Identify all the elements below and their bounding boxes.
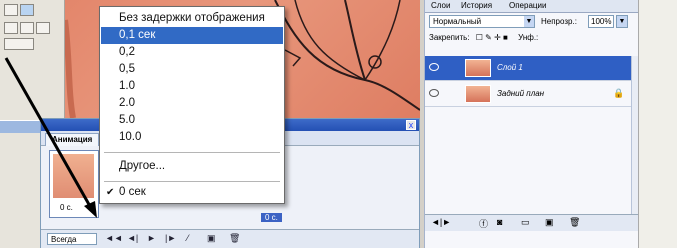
layer-row[interactable]: Слой 1 xyxy=(425,56,639,81)
layer-thumbnail xyxy=(465,59,491,77)
layer-thumbnail xyxy=(465,85,491,103)
mode-icon[interactable] xyxy=(4,22,18,34)
blend-mode-select[interactable]: Нормальный ▼ xyxy=(429,15,535,28)
right-panel-strip xyxy=(638,0,677,248)
chevron-down-icon[interactable]: ▼ xyxy=(524,16,534,27)
lock-row: Закрепить: ☐ ✎ ✛ ■ Унф.: xyxy=(429,33,635,47)
chevron-down-icon[interactable]: ▼ xyxy=(616,15,628,28)
first-frame-button[interactable]: ◄◄ xyxy=(105,233,123,243)
blend-mode-value: Нормальный xyxy=(433,17,482,26)
frame-delay-label[interactable]: 0 с. xyxy=(60,203,73,212)
layer-name[interactable]: Слой 1 xyxy=(497,63,523,72)
lock-icon: 🔒 xyxy=(613,88,625,98)
duplicate-frame-button[interactable]: ▣ xyxy=(207,233,216,244)
lock-label: Закрепить: xyxy=(429,33,470,42)
check-icon: ✔ xyxy=(106,187,115,198)
menu-item-current-label: 0 сек xyxy=(119,186,146,198)
tween-button[interactable]: ⁄ xyxy=(187,233,189,243)
jump-to-imageready-icon[interactable] xyxy=(4,38,34,50)
play-button[interactable]: ► xyxy=(147,233,156,243)
link-icon[interactable]: ◄|► xyxy=(431,217,451,227)
menu-item-10-0[interactable]: 10.0 xyxy=(101,129,283,146)
opacity-label: Непрозр.: xyxy=(541,17,577,26)
layer-row[interactable]: Задний план 🔒 xyxy=(425,82,639,107)
layers-panel: Слои История Операции Нормальный ▼ Непро… xyxy=(424,0,640,248)
new-layer-icon[interactable]: ▣ xyxy=(545,217,554,228)
menu-item-1-0[interactable]: 1.0 xyxy=(101,78,283,95)
hand-tool-icon[interactable] xyxy=(4,4,18,16)
fill-label: Унф.: xyxy=(518,33,539,42)
tab-history[interactable]: История xyxy=(461,1,492,10)
tab-layers[interactable]: Слои xyxy=(431,1,450,10)
group-icon[interactable]: ▭ xyxy=(521,217,530,228)
delay-dropdown-menu: Без задержки отображения 0,1 сек 0,2 0,5… xyxy=(99,6,285,204)
layers-bottom-bar: ◄|► ⓕ ◙ ▭ ▣ 🗑 xyxy=(425,214,639,231)
layers-tab-row: Слои История Операции xyxy=(425,0,639,13)
menu-item-no-delay[interactable]: Без задержки отображения xyxy=(101,10,283,27)
trash-icon[interactable]: 🗑 xyxy=(569,217,580,228)
animation-frame[interactable]: 0 с. xyxy=(49,150,99,218)
menu-item-0-1[interactable]: 0,1 сек xyxy=(101,27,283,44)
layer-name[interactable]: Задний план xyxy=(497,89,544,98)
close-icon[interactable]: x xyxy=(406,120,416,130)
menu-item-0-5[interactable]: 0,5 xyxy=(101,61,283,78)
prev-frame-button[interactable]: ◄| xyxy=(127,233,138,243)
menu-item-other[interactable]: Другое... xyxy=(101,158,283,175)
mode-icon[interactable] xyxy=(20,22,34,34)
menu-item-2-0[interactable]: 2.0 xyxy=(101,95,283,112)
animation-controls: Всегда ◄◄ ◄| ► |► ⁄ ▣ 🗑 xyxy=(41,229,419,248)
tab-animation[interactable]: Анимация xyxy=(45,133,100,146)
tab-actions[interactable]: Операции xyxy=(509,1,546,10)
loop-select[interactable]: Всегда xyxy=(47,233,97,245)
menu-item-5-0[interactable]: 5.0 xyxy=(101,112,283,129)
eye-icon[interactable] xyxy=(429,63,439,71)
next-frame-button[interactable]: |► xyxy=(165,233,176,243)
mode-icon[interactable] xyxy=(36,22,50,34)
eye-icon[interactable] xyxy=(429,89,439,97)
layer-style-icon[interactable]: ⓕ xyxy=(479,217,488,230)
mask-icon[interactable]: ◙ xyxy=(497,217,502,227)
menu-item-current[interactable]: ✔ 0 сек xyxy=(101,184,283,201)
browser-icon[interactable] xyxy=(20,4,34,16)
opacity-field[interactable]: 100% xyxy=(588,15,614,28)
lock-icons[interactable]: ☐ ✎ ✛ ■ xyxy=(476,33,508,42)
frame-delay-selected[interactable]: 0 с. xyxy=(261,213,282,222)
delete-frame-button[interactable]: 🗑 xyxy=(229,233,240,244)
menu-item-0-2[interactable]: 0,2 xyxy=(101,44,283,61)
menu-separator xyxy=(104,181,280,182)
menu-separator xyxy=(104,152,280,153)
frame-thumbnail xyxy=(53,154,94,198)
